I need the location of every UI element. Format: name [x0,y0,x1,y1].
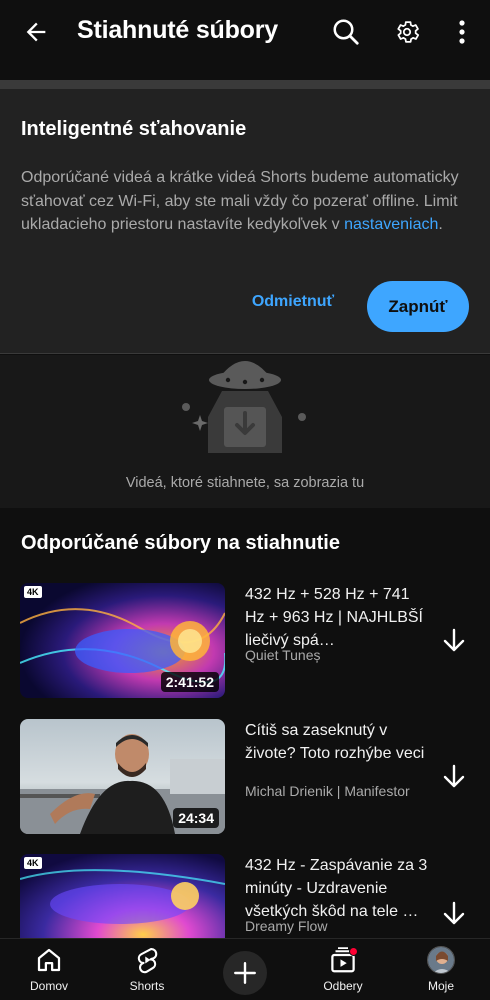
nav-shorts-label: Shorts [129,979,165,993]
download-icon [443,901,465,925]
smart-downloads-description: Odporúčané videá a krátke videá Shorts b… [21,166,461,237]
back-button[interactable] [14,12,58,52]
arrow-left-icon [26,22,46,42]
video-title[interactable]: Cítiš sa zaseknutý v živote? Toto rozhýb… [245,719,433,765]
video-title[interactable]: 432 Hz - Zaspávanie za 3 minúty - Uzdrav… [245,854,433,923]
avatar [427,946,455,974]
search-icon [333,19,359,45]
video-channel: Michal Drienik | Manifestor [245,783,410,799]
nav-home[interactable]: Domov [9,943,89,999]
smart-downloads-title: Inteligentné sťahovanie [21,118,247,140]
plus-icon [234,962,256,984]
video-duration: 2:41:52 [160,672,219,692]
video-thumbnail[interactable]: 24:34 [20,719,225,834]
download-button[interactable] [438,761,470,793]
shorts-icon [137,948,158,974]
download-button[interactable] [438,625,470,657]
search-button[interactable] [324,10,368,54]
gear-icon [397,21,420,43]
more-options-button[interactable] [440,10,484,54]
create-button[interactable] [223,951,267,995]
empty-downloads-area: Videá, ktoré stiahnete, sa zobrazia tu [0,355,490,508]
recommended-section-title: Odporúčané súbory na stiahnutie [21,532,340,554]
download-icon [443,628,465,652]
smart-downloads-card: Inteligentné sťahovanie Odporúčané videá… [0,89,490,354]
video-item[interactable]: 4K 2:41:52 432 Hz + 528 Hz + 741 Hz + 96… [0,583,490,701]
4k-badge: 4K [24,586,42,598]
nav-you[interactable]: Moje [401,943,481,999]
top-app-bar: Stiahnuté súbory [0,0,490,72]
ufo-download-icon [182,361,306,453]
settings-button[interactable] [385,10,429,54]
video-channel: Dreamy Flow [245,918,328,934]
nav-home-label: Domov [29,979,68,993]
video-channel: Quiet Tuneș [245,647,321,663]
enable-button[interactable]: Zapnúť [367,281,469,332]
more-vert-icon [459,20,465,44]
4k-badge: 4K [24,857,42,869]
video-duration: 24:34 [173,808,219,828]
page-title: Stiahnuté súbory [77,16,278,44]
video-item[interactable]: 24:34 Cítiš sa zaseknutý v živote? Toto … [0,719,490,837]
notification-dot [349,947,358,956]
description-end: . [438,216,443,233]
dismiss-button[interactable]: Odmietnuť [236,283,350,321]
empty-state-text: Videá, ktoré stiahnete, sa zobrazia tu [125,475,365,491]
video-title[interactable]: 432 Hz + 528 Hz + 741 Hz + 963 Hz | NAJH… [245,583,433,652]
nav-subscriptions[interactable]: Odbery [303,943,383,999]
nav-shorts[interactable]: Shorts [107,943,187,999]
download-button[interactable] [438,898,470,930]
nav-subscriptions-label: Odbery [323,979,363,993]
download-icon [443,764,465,788]
nav-you-label: Moje [427,979,454,993]
bottom-navigation: Domov Shorts Odbery Moje [0,938,490,1000]
video-thumbnail[interactable]: 4K 2:41:52 [20,583,225,698]
settings-link[interactable]: nastaveniach [344,216,438,233]
divider-band [0,80,490,89]
home-icon [37,948,61,972]
